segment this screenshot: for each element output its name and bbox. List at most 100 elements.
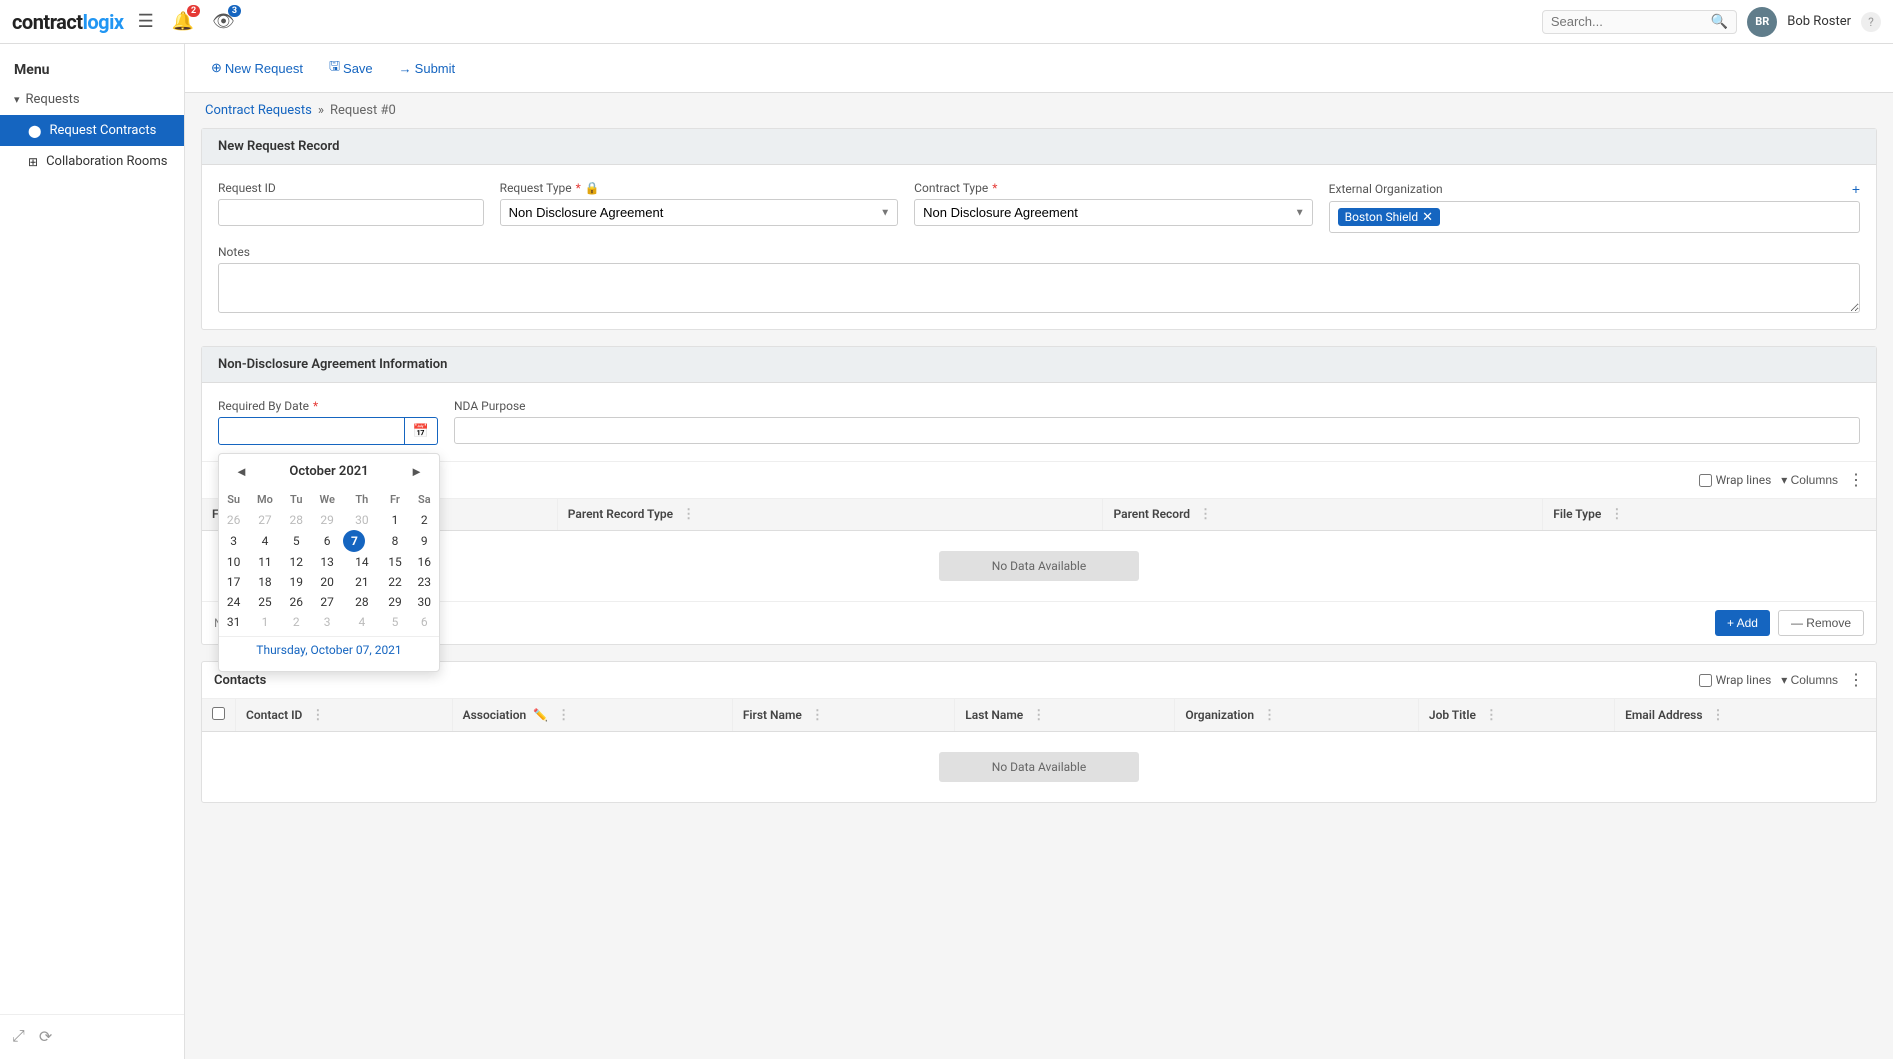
search-input[interactable] xyxy=(1551,14,1711,29)
calendar-day[interactable]: 2 xyxy=(282,612,311,632)
columns-button[interactable]: ▾ Columns xyxy=(1781,473,1838,487)
calendar-prev-button[interactable]: ◄ xyxy=(229,462,254,481)
new-request-label: New Request xyxy=(225,61,303,76)
calendar-day[interactable]: 22 xyxy=(380,572,409,592)
calendar-day[interactable]: 20 xyxy=(311,572,344,592)
calendar-day[interactable]: 15 xyxy=(380,552,409,572)
calendar-day[interactable]: 27 xyxy=(311,592,344,612)
nda-purpose-input[interactable] xyxy=(454,417,1860,444)
new-request-button[interactable]: ⊕ New Request xyxy=(201,55,313,81)
col-menu-icon[interactable]: ⋮ xyxy=(682,507,695,522)
breadcrumb-link[interactable]: Contract Requests xyxy=(205,103,312,118)
calendar-day[interactable]: 6 xyxy=(311,530,344,552)
first-name-col-menu[interactable]: ⋮ xyxy=(811,708,824,723)
calendar-day[interactable]: 11 xyxy=(248,552,281,572)
submit-label: Submit xyxy=(415,61,455,76)
contacts-more-button[interactable]: ⋮ xyxy=(1848,670,1864,690)
calendar-day[interactable]: 9 xyxy=(410,530,439,552)
calendar-day[interactable]: 25 xyxy=(248,592,281,612)
hamburger-menu-button[interactable]: ☰ xyxy=(134,7,158,36)
calendar-day[interactable]: 1 xyxy=(380,510,409,530)
calendar-day[interactable]: 16 xyxy=(410,552,439,572)
files-remove-button[interactable]: — Remove xyxy=(1778,610,1864,636)
refresh-button[interactable]: ⟳ xyxy=(39,1027,52,1047)
association-col-menu[interactable]: ⋮ xyxy=(557,708,570,723)
calendar-day[interactable]: 3 xyxy=(219,530,248,552)
calendar-day[interactable]: 2 xyxy=(410,510,439,530)
org-col-menu[interactable]: ⋮ xyxy=(1263,708,1276,723)
contract-type-select-wrapper: Non Disclosure Agreement Service Agreeme… xyxy=(914,199,1313,226)
calendar-day[interactable]: 8 xyxy=(380,530,409,552)
calendar-day[interactable]: 3 xyxy=(311,612,344,632)
contacts-wrap-lines-label[interactable]: Wrap lines xyxy=(1699,673,1772,687)
calendar-day[interactable]: 4 xyxy=(343,612,380,632)
contacts-wrap-lines-checkbox[interactable] xyxy=(1699,674,1712,687)
calendar-day[interactable]: 19 xyxy=(282,572,311,592)
calendar-day[interactable]: 5 xyxy=(380,612,409,632)
cal-header-th: Th xyxy=(343,489,380,510)
calendar-day[interactable]: 18 xyxy=(248,572,281,592)
email-col-menu[interactable]: ⋮ xyxy=(1711,708,1724,723)
calendar-day[interactable]: 29 xyxy=(380,592,409,612)
calendar-day[interactable]: 27 xyxy=(248,510,281,530)
calendar-day[interactable]: 6 xyxy=(410,612,439,632)
association-edit-icon[interactable]: ✏️ xyxy=(533,708,548,722)
calendar-day[interactable]: 12 xyxy=(282,552,311,572)
calendar-day[interactable]: 13 xyxy=(311,552,344,572)
last-name-col-menu[interactable]: ⋮ xyxy=(1032,708,1045,723)
calendar-day[interactable]: 4 xyxy=(248,530,281,552)
calendar-day[interactable]: 21 xyxy=(343,572,380,592)
date-input[interactable] xyxy=(218,417,405,445)
calendar-day[interactable]: 30 xyxy=(410,592,439,612)
calendar-button[interactable]: 📅 xyxy=(405,417,438,445)
tag-remove-button[interactable]: ✕ xyxy=(1422,211,1433,224)
logo[interactable]: contractlogix xyxy=(12,10,124,34)
calendar-day[interactable]: 26 xyxy=(282,592,311,612)
calendar-day[interactable]: 28 xyxy=(282,510,311,530)
avatar[interactable]: BR xyxy=(1747,7,1777,37)
contacts-col-association: Association ✏️ ⋮ xyxy=(452,699,732,732)
sidebar-item-request-contracts[interactable]: ⬤ Request Contracts xyxy=(0,115,184,146)
col-menu-icon[interactable]: ⋮ xyxy=(1610,507,1623,522)
wrap-lines-checkbox-label[interactable]: Wrap lines xyxy=(1699,473,1772,487)
calendar-day[interactable]: 28 xyxy=(343,592,380,612)
request-type-select[interactable]: Non Disclosure Agreement Service Agreeme… xyxy=(500,199,899,226)
contacts-columns-button[interactable]: ▾ Columns xyxy=(1781,673,1838,687)
calendar-day[interactable]: 23 xyxy=(410,572,439,592)
request-id-input[interactable]: 0 xyxy=(218,199,484,226)
contacts-select-all-checkbox[interactable] xyxy=(212,707,225,720)
calendar-day[interactable]: 31 xyxy=(219,612,248,632)
more-options-button[interactable]: ⋮ xyxy=(1848,470,1864,490)
calendar-day[interactable]: 7 xyxy=(343,530,365,552)
calendar-day[interactable]: 5 xyxy=(282,530,311,552)
calendar-day[interactable]: 14 xyxy=(343,552,380,572)
user-name[interactable]: Bob Roster xyxy=(1787,14,1851,29)
calendar-day[interactable]: 29 xyxy=(311,510,344,530)
files-add-button[interactable]: + Add xyxy=(1715,610,1770,636)
submit-button[interactable]: → Submit xyxy=(389,56,465,81)
search-icon[interactable]: 🔍 xyxy=(1711,14,1728,30)
collaboration-rooms-icon: ⊞ xyxy=(28,155,38,169)
calendar-day[interactable]: 26 xyxy=(219,510,248,530)
contact-id-col-menu[interactable]: ⋮ xyxy=(311,708,324,723)
contract-type-select[interactable]: Non Disclosure Agreement Service Agreeme… xyxy=(914,199,1313,226)
calendar-day[interactable]: 1 xyxy=(248,612,281,632)
calendar-day[interactable]: 30 xyxy=(343,510,380,530)
notes-textarea[interactable] xyxy=(218,263,1860,313)
wrap-lines-checkbox[interactable] xyxy=(1699,474,1712,487)
external-org-add-button[interactable]: + xyxy=(1852,181,1860,197)
sidebar-group-requests[interactable]: ▾ Requests xyxy=(0,84,184,115)
calendar-day[interactable]: 24 xyxy=(219,592,248,612)
contacts-col-first-name: First Name ⋮ xyxy=(732,699,954,732)
col-menu-icon[interactable]: ⋮ xyxy=(1199,507,1212,522)
calendar-next-button[interactable]: ► xyxy=(404,462,429,481)
job-title-col-menu[interactable]: ⋮ xyxy=(1485,708,1498,723)
expand-button[interactable]: ⤢ xyxy=(12,1027,25,1047)
help-icon[interactable]: ? xyxy=(1861,12,1881,32)
save-button[interactable]: 🖫 Save xyxy=(319,52,383,84)
new-request-section-header: New Request Record xyxy=(202,129,1876,165)
sidebar-item-collaboration-rooms[interactable]: ⊞ Collaboration Rooms xyxy=(0,146,184,177)
calendar-day[interactable]: 10 xyxy=(219,552,248,572)
calendar-day[interactable]: 17 xyxy=(219,572,248,592)
nda-purpose-field: NDA Purpose xyxy=(454,399,1860,444)
